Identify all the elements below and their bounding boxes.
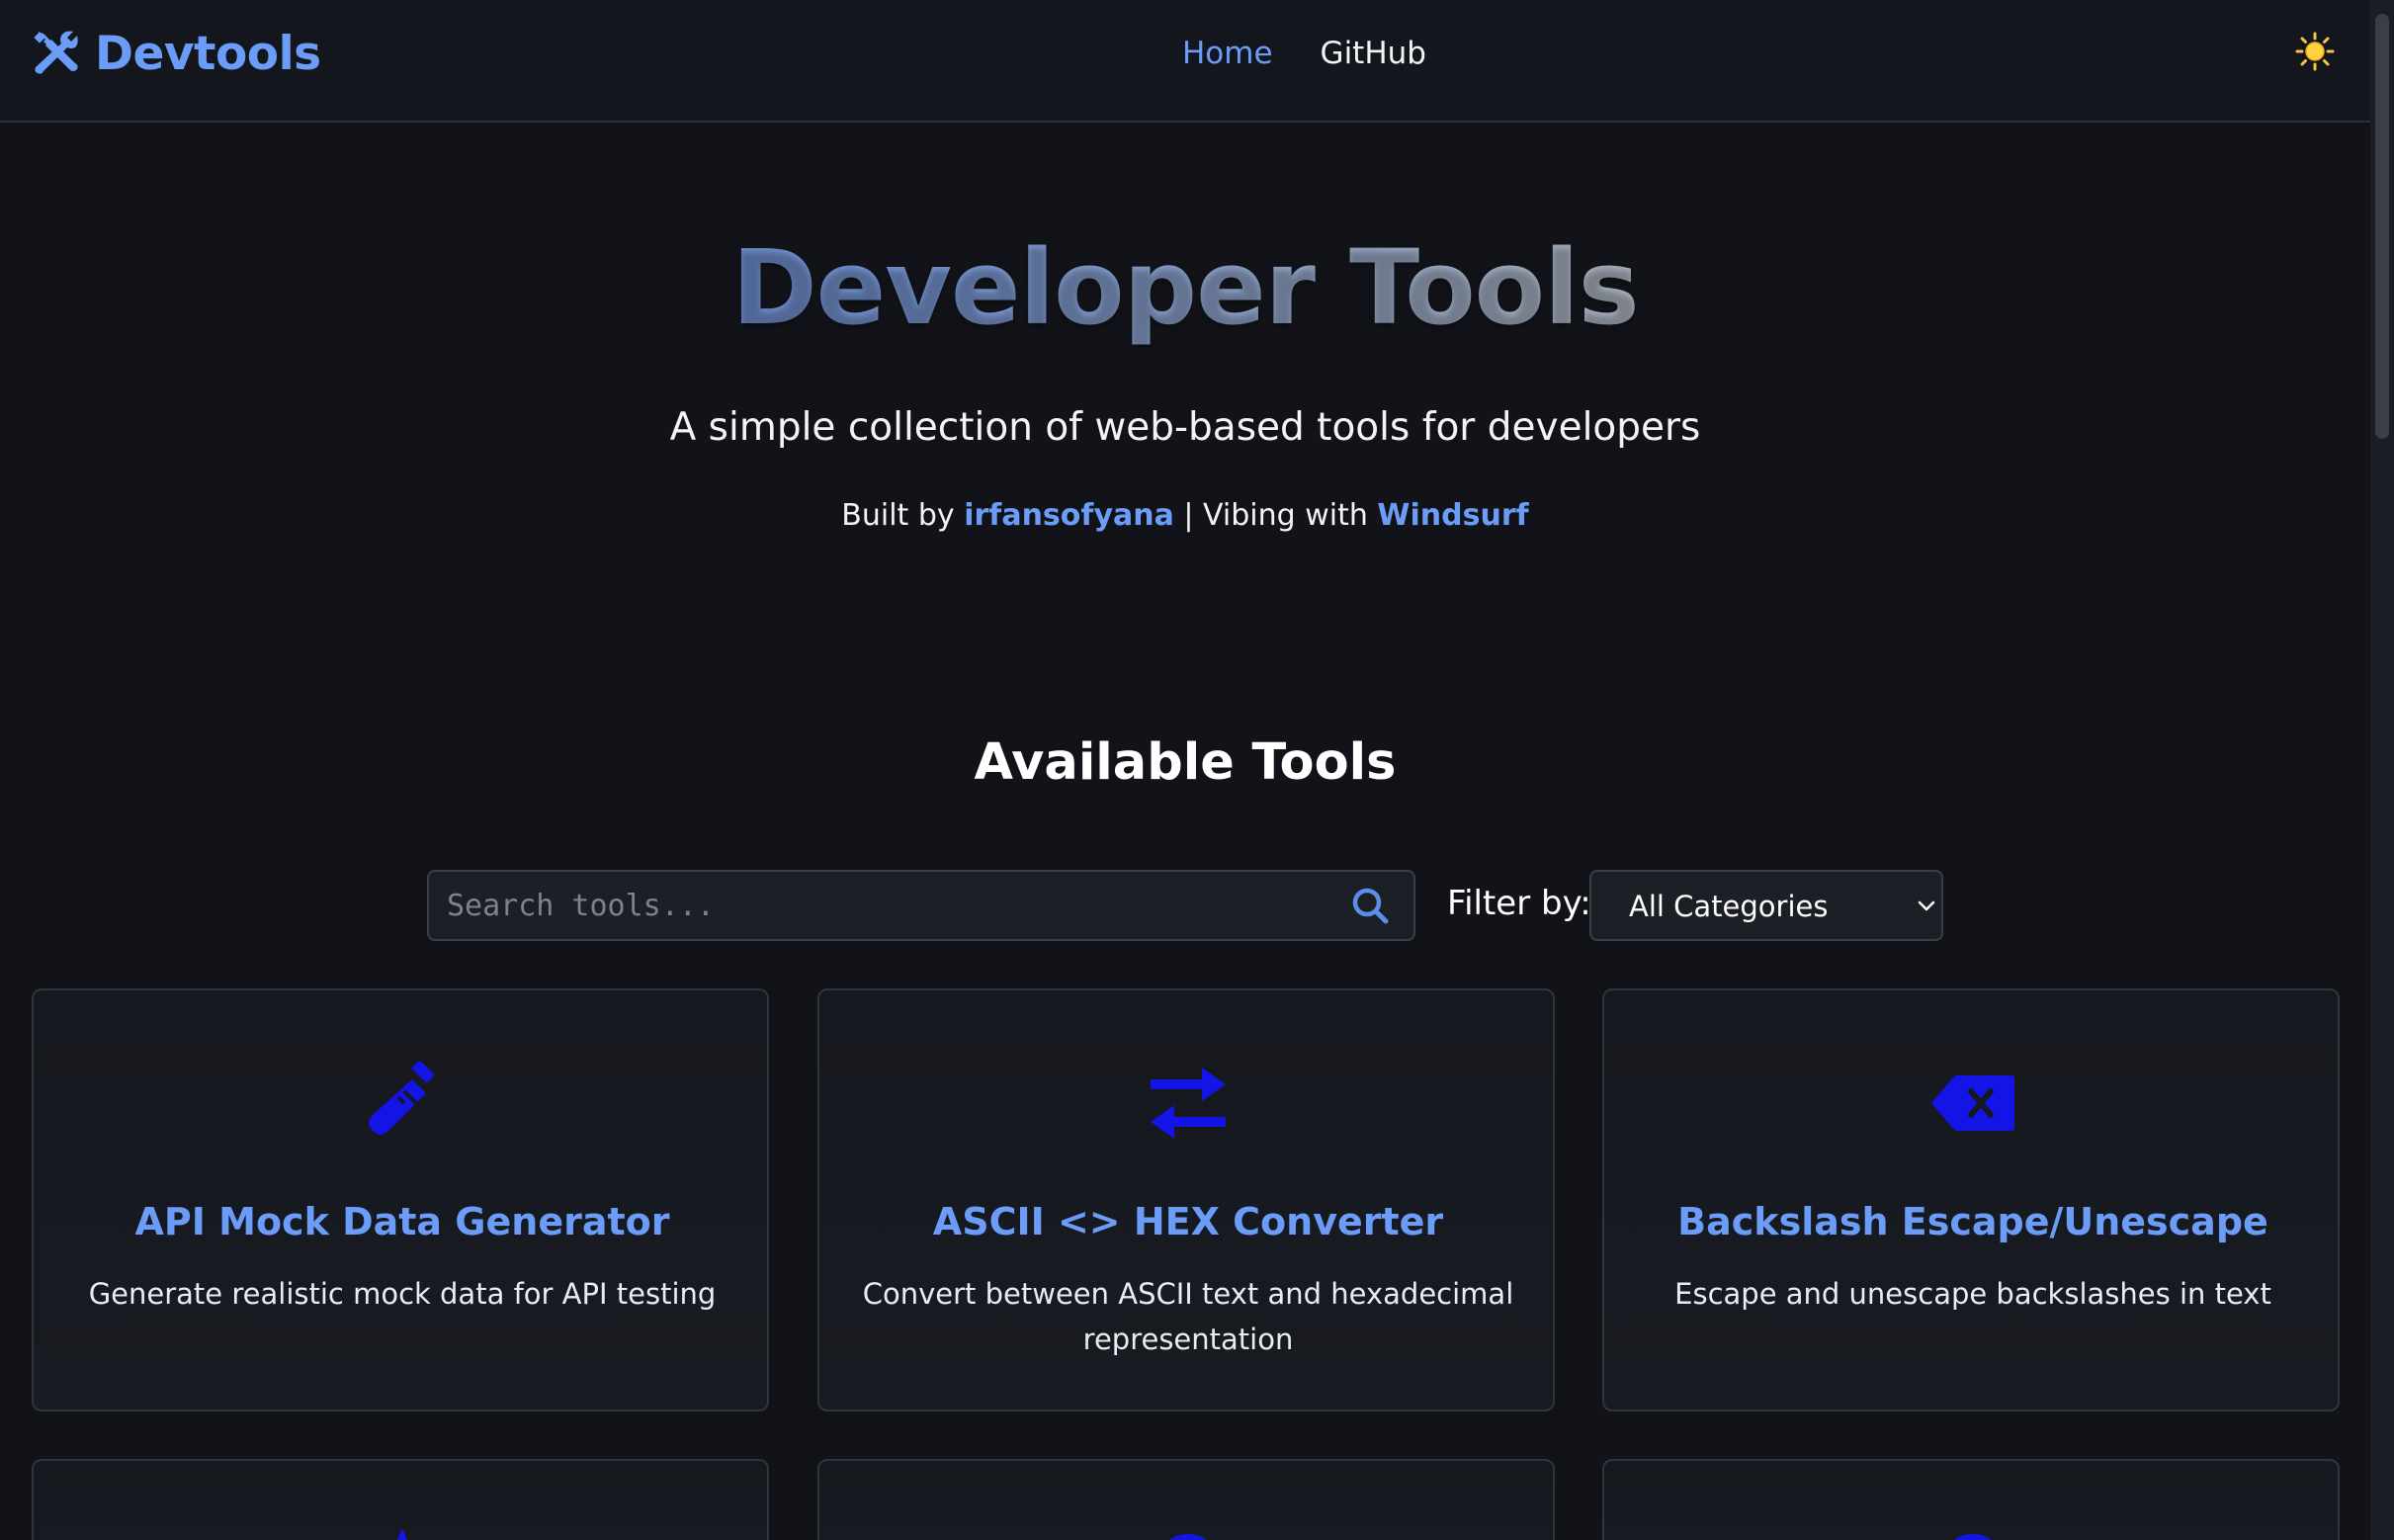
main-nav: Home GitHub	[1182, 28, 1426, 79]
brand-name: Devtools	[95, 26, 321, 81]
credits-separator: | Vibing with	[1183, 498, 1368, 533]
tool-card-backslash[interactable]: Backslash Escape/Unescape Escape and une…	[1602, 988, 2340, 1412]
tool-icon	[396, 1528, 408, 1540]
brand-link[interactable]: Devtools	[30, 24, 321, 83]
tool-card-ascii-hex[interactable]: ASCII <> HEX Converter Convert between A…	[817, 988, 1555, 1412]
tool-card-title: API Mock Data Generator	[134, 1200, 670, 1243]
page: Devtools Home GitHub Developer Tools A s…	[0, 0, 2394, 1540]
credits-prefix: Built by	[841, 498, 955, 533]
windsurf-link[interactable]: Windsurf	[1377, 498, 1528, 533]
hero-title: Developer Tools	[0, 227, 2370, 348]
category-filter-select[interactable]: All Categories	[1589, 870, 1943, 941]
scrollbar-thumb[interactable]	[2375, 14, 2389, 439]
sun-icon	[2295, 32, 2335, 71]
author-link[interactable]: irfansofyana	[964, 498, 1174, 533]
nav-home[interactable]: Home	[1182, 36, 1273, 71]
tool-card[interactable]	[817, 1459, 1555, 1540]
exchange-arrows-icon	[1151, 1068, 1226, 1139]
flask-icon	[369, 1062, 435, 1135]
tool-card-title: ASCII <> HEX Converter	[932, 1200, 1444, 1243]
theme-toggle-button[interactable]	[2291, 28, 2339, 75]
search-box	[427, 870, 1415, 941]
filter-label: Filter by:	[1447, 884, 1591, 923]
filter-selected-value: All Categories	[1629, 890, 1829, 923]
tool-card-api-mock[interactable]: API Mock Data Generator Generate realist…	[32, 988, 769, 1412]
tool-card[interactable]	[32, 1459, 769, 1540]
tool-card-title: Backslash Escape/Unescape	[1677, 1200, 2268, 1243]
search-input[interactable]	[429, 872, 1338, 939]
backspace-icon	[1931, 1075, 2014, 1131]
tool-icon	[1169, 1534, 1207, 1540]
search-icon[interactable]	[1350, 886, 1390, 925]
nav-github[interactable]: GitHub	[1321, 36, 1426, 71]
chevron-down-icon	[1918, 900, 1935, 911]
section-title: Available Tools	[974, 733, 1397, 792]
tools-icon	[34, 31, 78, 74]
tool-icon	[1954, 1534, 1992, 1540]
tool-card-description: Convert between ASCII text and hexadecim…	[862, 1277, 1514, 1356]
tool-card-description: Generate realistic mock data for API tes…	[88, 1277, 717, 1311]
page-scrollbar[interactable]	[2370, 0, 2394, 1540]
top-navbar: Devtools Home GitHub	[0, 0, 2370, 123]
tool-card-description: Escape and unescape backslashes in text	[1674, 1277, 2271, 1311]
tool-card[interactable]	[1602, 1459, 2340, 1540]
hero-credits: Built by irfansofyana | Vibing with Wind…	[0, 498, 2370, 533]
hero-subtitle: A simple collection of web-based tools f…	[669, 405, 1701, 450]
